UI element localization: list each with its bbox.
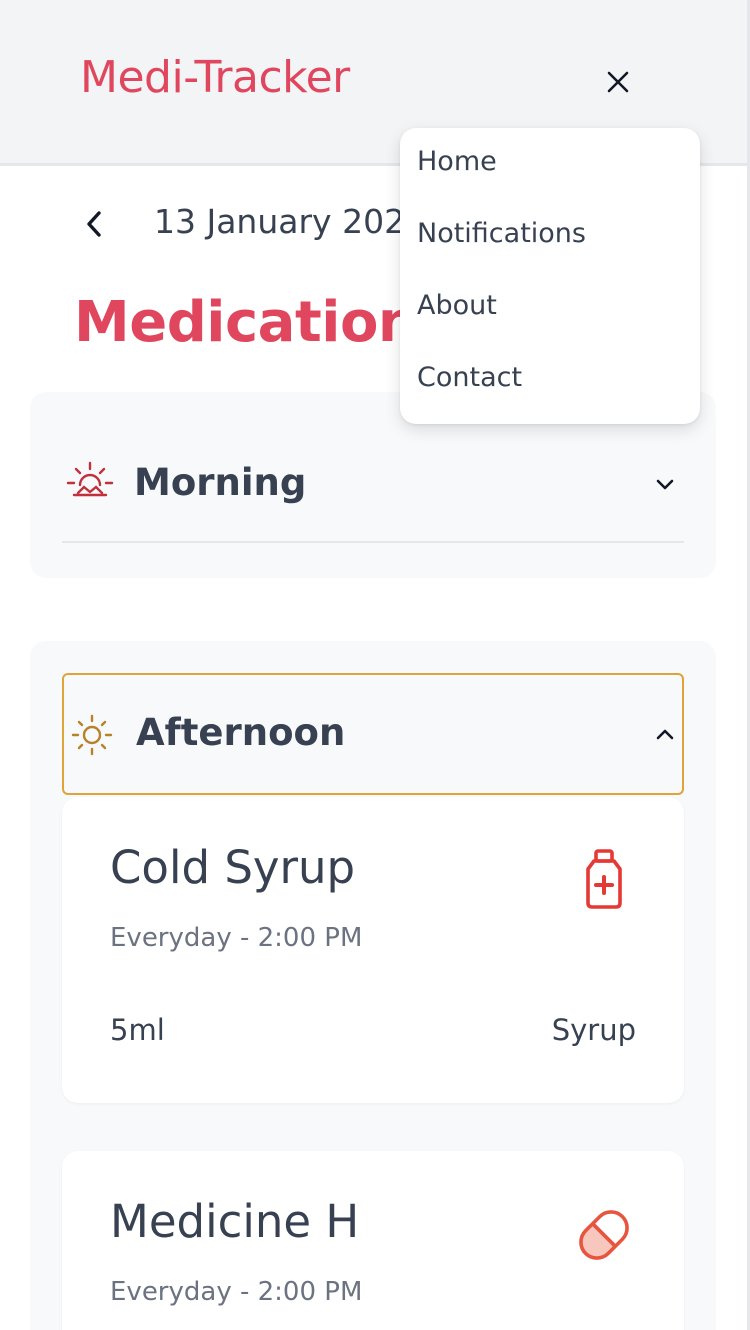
sun-icon [71,714,113,756]
afternoon-section-title: Afternoon [136,711,346,754]
close-menu-button[interactable] [598,62,638,102]
morning-section-title: Morning [134,461,307,504]
morning-section-header[interactable]: Morning [62,423,684,543]
syrup-bottle-icon [586,849,622,909]
medication-dose: 5ml [110,1013,165,1047]
page-title: Medication [74,290,418,355]
pill-capsule-icon [579,1210,629,1260]
medication-type: Syrup [551,1013,636,1047]
menu-item-home[interactable]: Home [417,146,497,186]
menu-item-about[interactable]: About [417,290,497,330]
afternoon-section-header[interactable]: Afternoon [62,673,684,795]
app-root: Medi-Tracker 13 January 2024 Medication [0,0,750,1330]
chevron-left-icon [87,211,101,237]
medication-name: Cold Syrup [110,841,356,894]
afternoon-section: Afternoon Cold Syrup Everyday - 2:00 PM … [30,641,716,1330]
menu-item-contact[interactable]: Contact [417,362,522,402]
current-date: 13 January 2024 [154,202,427,241]
medication-schedule: Everyday - 2:00 PM [110,1277,363,1307]
sunrise-icon [66,461,114,497]
close-icon [607,71,629,93]
medication-schedule: Everyday - 2:00 PM [110,923,363,953]
chevron-up-icon [656,729,674,740]
medication-name: Medicine H [110,1195,360,1248]
menu-item-notifications[interactable]: Notifications [417,218,586,258]
chevron-down-icon [656,479,674,490]
medication-card[interactable]: Medicine H Everyday - 2:00 PM [62,1151,684,1330]
brand-title[interactable]: Medi-Tracker [80,52,350,103]
medication-card[interactable]: Cold Syrup Everyday - 2:00 PM 5ml Syrup [62,797,684,1103]
previous-date-button[interactable] [76,204,112,244]
nav-dropdown-menu: Home Notifications About Contact [400,128,700,424]
